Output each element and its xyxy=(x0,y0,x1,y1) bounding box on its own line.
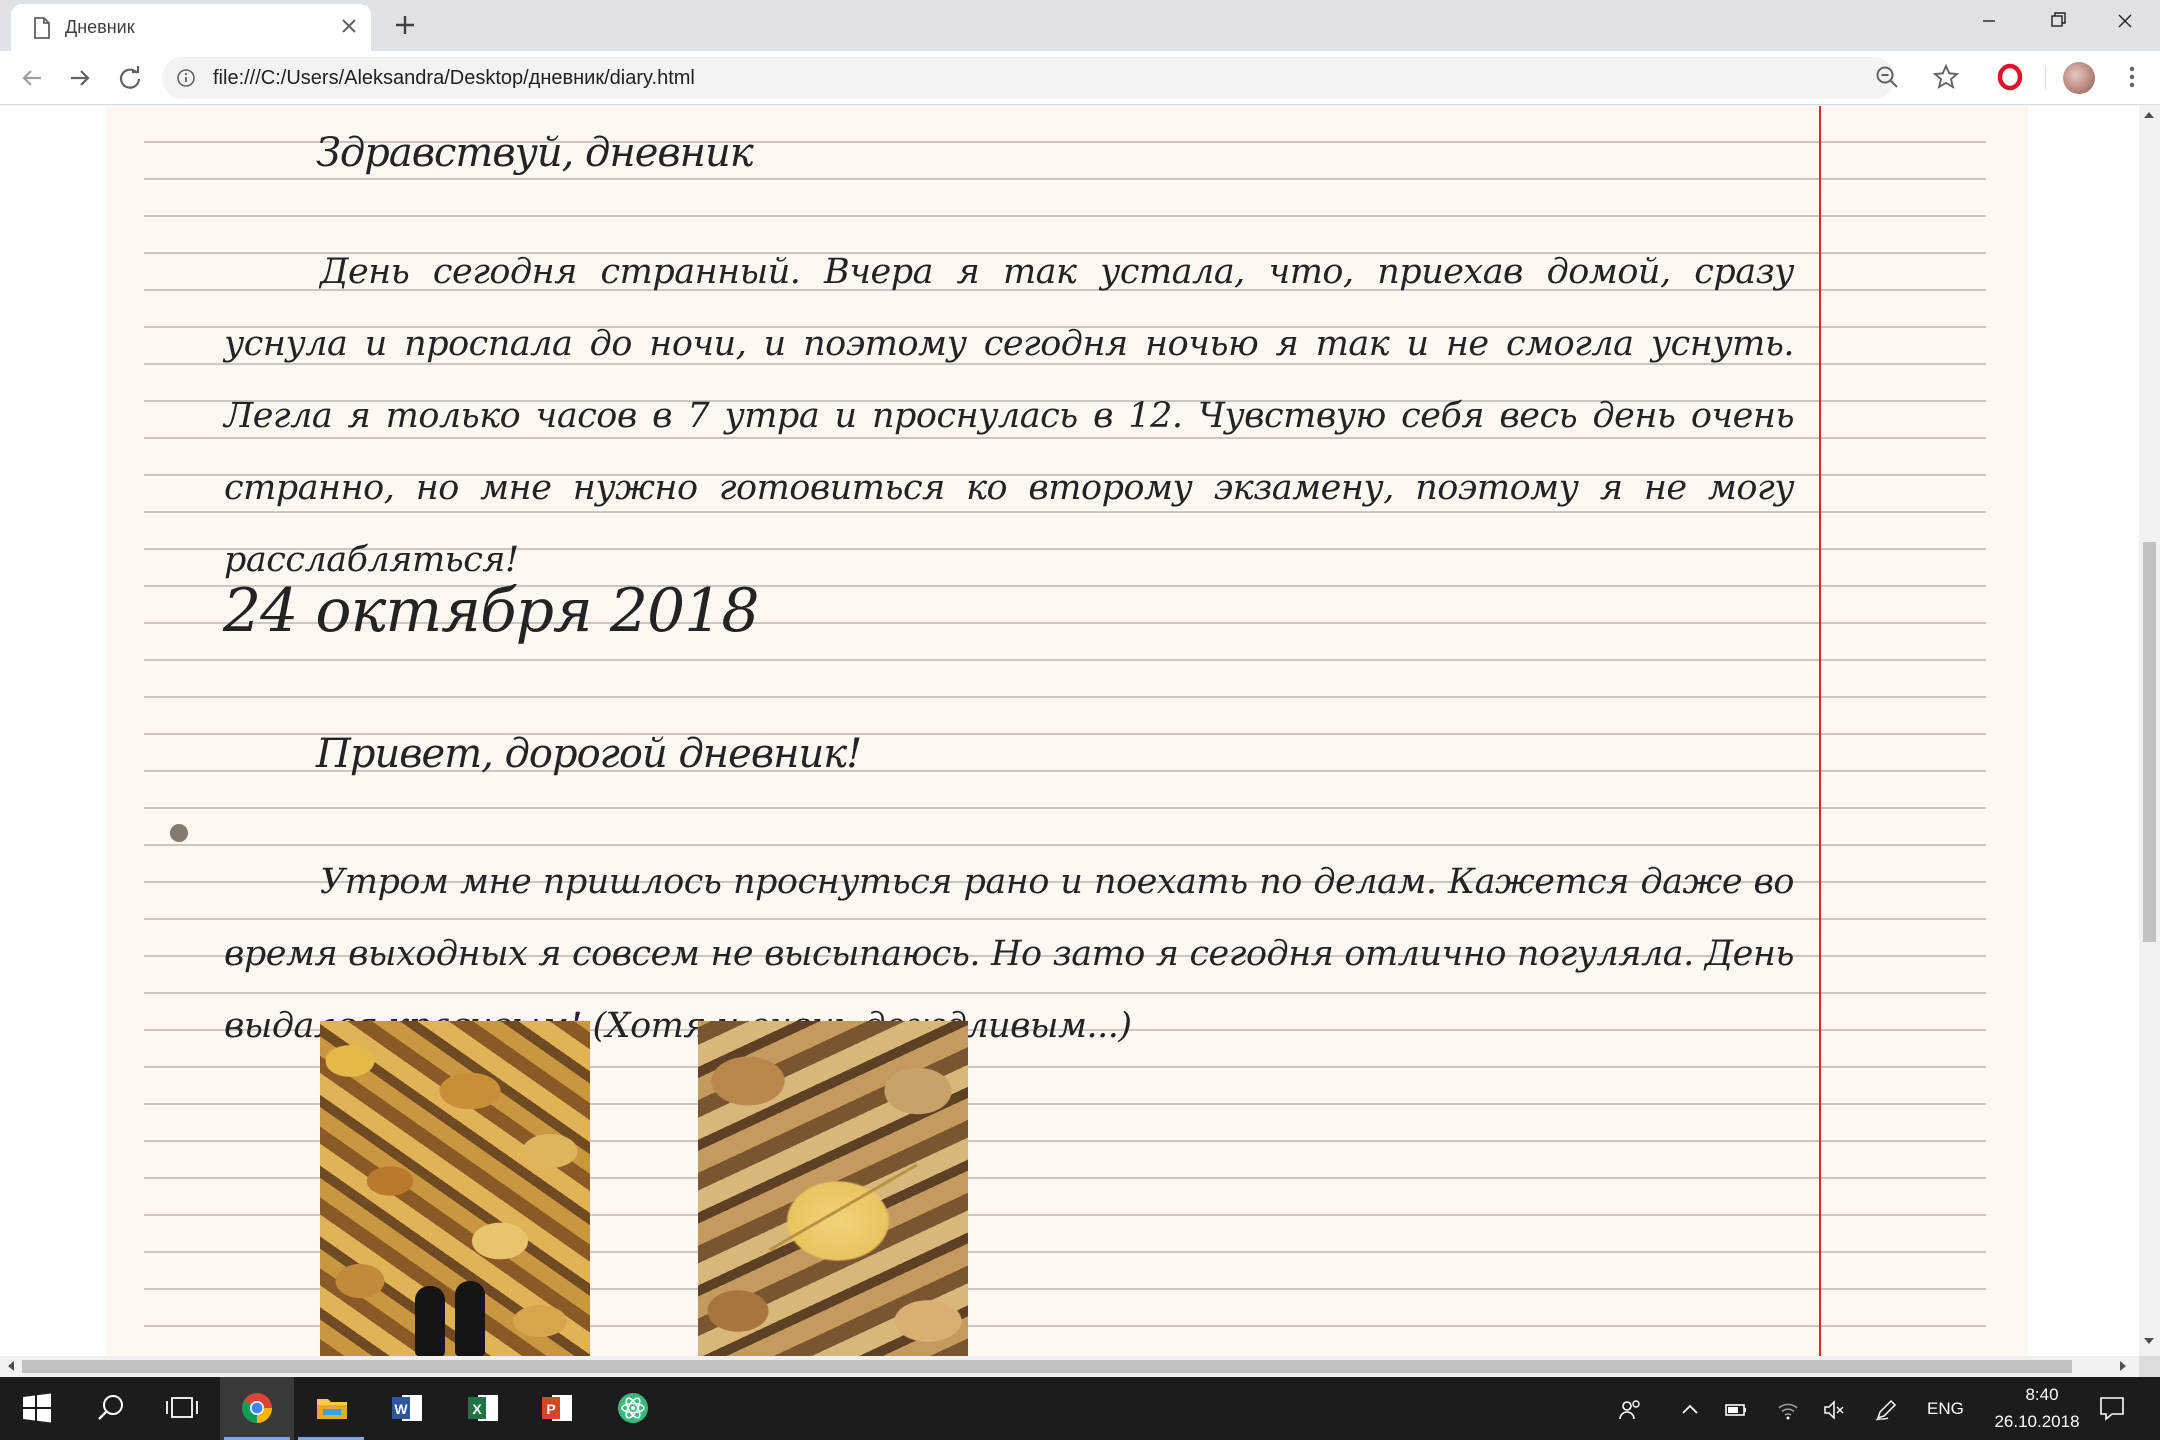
autumn-leaves-photo-feet xyxy=(320,1021,590,1356)
minimize-icon[interactable] xyxy=(1954,0,2023,42)
back-arrow-icon[interactable] xyxy=(16,62,48,94)
browser-tab[interactable]: Дневник xyxy=(11,4,371,51)
vertical-scrollbar[interactable] xyxy=(2139,106,2160,1356)
forward-arrow-icon[interactable] xyxy=(64,62,96,94)
file-explorer-icon[interactable] xyxy=(294,1377,368,1440)
wifi-icon[interactable] xyxy=(1776,1398,1800,1422)
svg-text:W: W xyxy=(394,1401,408,1417)
clock-time[interactable]: 8:40 xyxy=(2007,1385,2077,1405)
entry-greeting: Здравствуй, дневник xyxy=(316,130,754,176)
address-bar[interactable]: file:///C:/Users/Aleksandra/Desktop/днев… xyxy=(162,57,1895,99)
shoe-shape xyxy=(455,1281,485,1356)
page-icon xyxy=(34,17,50,39)
opera-icon[interactable] xyxy=(1996,63,2024,91)
scroll-down-icon[interactable] xyxy=(2144,1338,2154,1344)
margin-line xyxy=(1819,106,1821,1356)
url-text[interactable]: file:///C:/Users/Aleksandra/Desktop/днев… xyxy=(213,67,695,90)
horizontal-scrollbar[interactable] xyxy=(0,1356,2139,1377)
task-view-icon[interactable] xyxy=(144,1377,218,1440)
reload-icon[interactable] xyxy=(114,62,146,94)
entry-greeting: Привет, дорогой дневник! xyxy=(316,731,862,777)
shoe-shape xyxy=(415,1286,445,1356)
excel-icon[interactable]: X xyxy=(446,1377,520,1440)
entry-date-heading: 24 октября 2018 xyxy=(223,576,760,646)
avatar[interactable] xyxy=(2063,62,2095,94)
windows-start-icon[interactable] xyxy=(0,1377,74,1440)
browser-toolbar: file:///C:/Users/Aleksandra/Desktop/днев… xyxy=(0,51,2160,105)
leaf-vein xyxy=(768,1163,918,1252)
pen-icon[interactable] xyxy=(1874,1398,1898,1422)
powerpoint-icon[interactable]: P xyxy=(520,1377,594,1440)
search-icon[interactable] xyxy=(74,1377,148,1440)
scroll-up-icon[interactable] xyxy=(2144,112,2154,118)
word-icon[interactable]: W xyxy=(370,1377,444,1440)
chrome-icon[interactable] xyxy=(220,1377,294,1440)
toolbar-separator xyxy=(2045,66,2046,90)
scroll-left-icon[interactable] xyxy=(8,1361,14,1371)
taskbar: W X P ENG 8:40 26.10.2018 xyxy=(0,1377,2160,1440)
people-icon[interactable] xyxy=(1618,1398,1642,1422)
volume-muted-icon[interactable] xyxy=(1822,1398,1846,1422)
plus-icon[interactable] xyxy=(390,10,420,40)
clock-date[interactable]: 26.10.2018 xyxy=(1982,1412,2092,1432)
horizontal-scroll-thumb[interactable] xyxy=(22,1360,2072,1373)
title-bar: Дневник xyxy=(0,0,2160,51)
tab-title: Дневник xyxy=(65,17,135,37)
svg-text:X: X xyxy=(472,1401,482,1417)
close-icon[interactable] xyxy=(337,14,361,38)
entry-text: День сегодня странный. Вчера я так устал… xyxy=(224,252,1795,580)
close-icon[interactable] xyxy=(2091,0,2160,42)
scroll-right-icon[interactable] xyxy=(2120,1361,2126,1371)
autumn-leaves-photo-maple xyxy=(698,1021,968,1356)
zoom-icon[interactable] xyxy=(1874,64,1900,90)
info-icon[interactable] xyxy=(176,68,196,88)
vertical-scroll-thumb[interactable] xyxy=(2143,542,2156,942)
notification-icon[interactable] xyxy=(2098,1395,2126,1421)
chevron-up-icon[interactable] xyxy=(1678,1398,1702,1422)
cursor-dot xyxy=(170,824,188,842)
notebook-page: Здравствуй, дневник День сегодня странны… xyxy=(106,106,2028,1356)
atom-icon[interactable] xyxy=(596,1377,670,1440)
menu-icon[interactable] xyxy=(2118,63,2146,91)
scrollbar-corner xyxy=(2139,1356,2160,1377)
svg-text:P: P xyxy=(546,1401,555,1417)
restore-icon[interactable] xyxy=(2023,0,2092,42)
battery-icon[interactable] xyxy=(1724,1398,1748,1422)
star-icon[interactable] xyxy=(1932,63,1960,91)
language-indicator[interactable]: ENG xyxy=(1927,1399,1964,1419)
page-viewport: Здравствуй, дневник День сегодня странны… xyxy=(0,106,2139,1356)
